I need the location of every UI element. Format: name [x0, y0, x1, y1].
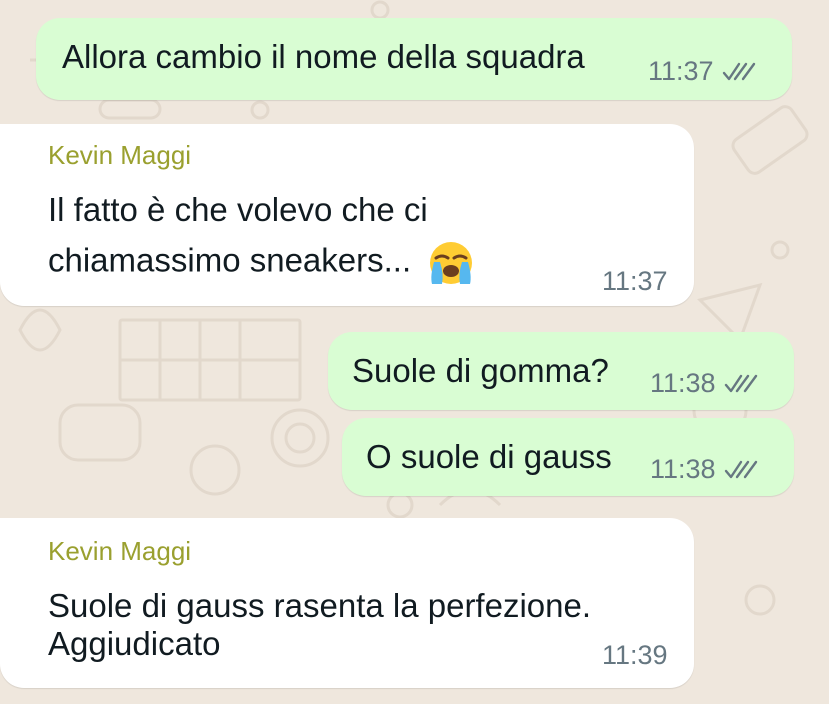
message-timestamp: 11:38 — [650, 454, 716, 484]
message-text: Suole di gomma? — [352, 352, 609, 389]
double-check-icon — [724, 460, 757, 478]
message-text-line-2: chiamassimo sneakers... — [48, 238, 476, 288]
message-text: O suole di gauss — [366, 438, 612, 475]
loudly-crying-face-icon — [430, 242, 473, 284]
message-timestamp: 11:37 — [648, 56, 714, 86]
message-text: Allora cambio il nome della squadra — [62, 38, 585, 75]
message-bubble-incoming[interactable]: Kevin Maggi Il fatto è che volevo che ci… — [0, 124, 694, 306]
message-bubble-outgoing[interactable]: O suole di gauss 11:38 — [342, 418, 794, 496]
message-timestamp: 11:38 — [650, 368, 716, 398]
message-timestamp: 11:39 — [602, 640, 668, 670]
message-bubble-incoming[interactable]: Kevin Maggi Suole di gauss rasenta la pe… — [0, 518, 694, 688]
message-text-line-2: Aggiudicato — [48, 625, 221, 662]
double-check-icon — [724, 374, 757, 392]
sender-name: Kevin Maggi — [48, 536, 192, 566]
message-timestamp: 11:37 — [602, 266, 668, 296]
message-bubble-outgoing[interactable]: Suole di gomma? 11:38 — [328, 332, 794, 410]
message-meta: 11:37 — [648, 56, 758, 87]
message-text-line-1: Il fatto è che volevo che ci — [48, 191, 428, 228]
message-meta: 11:38 — [650, 454, 760, 485]
message-meta: 11:38 — [650, 368, 760, 399]
double-check-icon — [722, 62, 755, 80]
message-text-line-2-content: chiamassimo sneakers... — [48, 241, 412, 279]
sender-name: Kevin Maggi — [48, 140, 192, 170]
message-bubble-outgoing[interactable]: Allora cambio il nome della squadra 11:3… — [36, 18, 792, 100]
